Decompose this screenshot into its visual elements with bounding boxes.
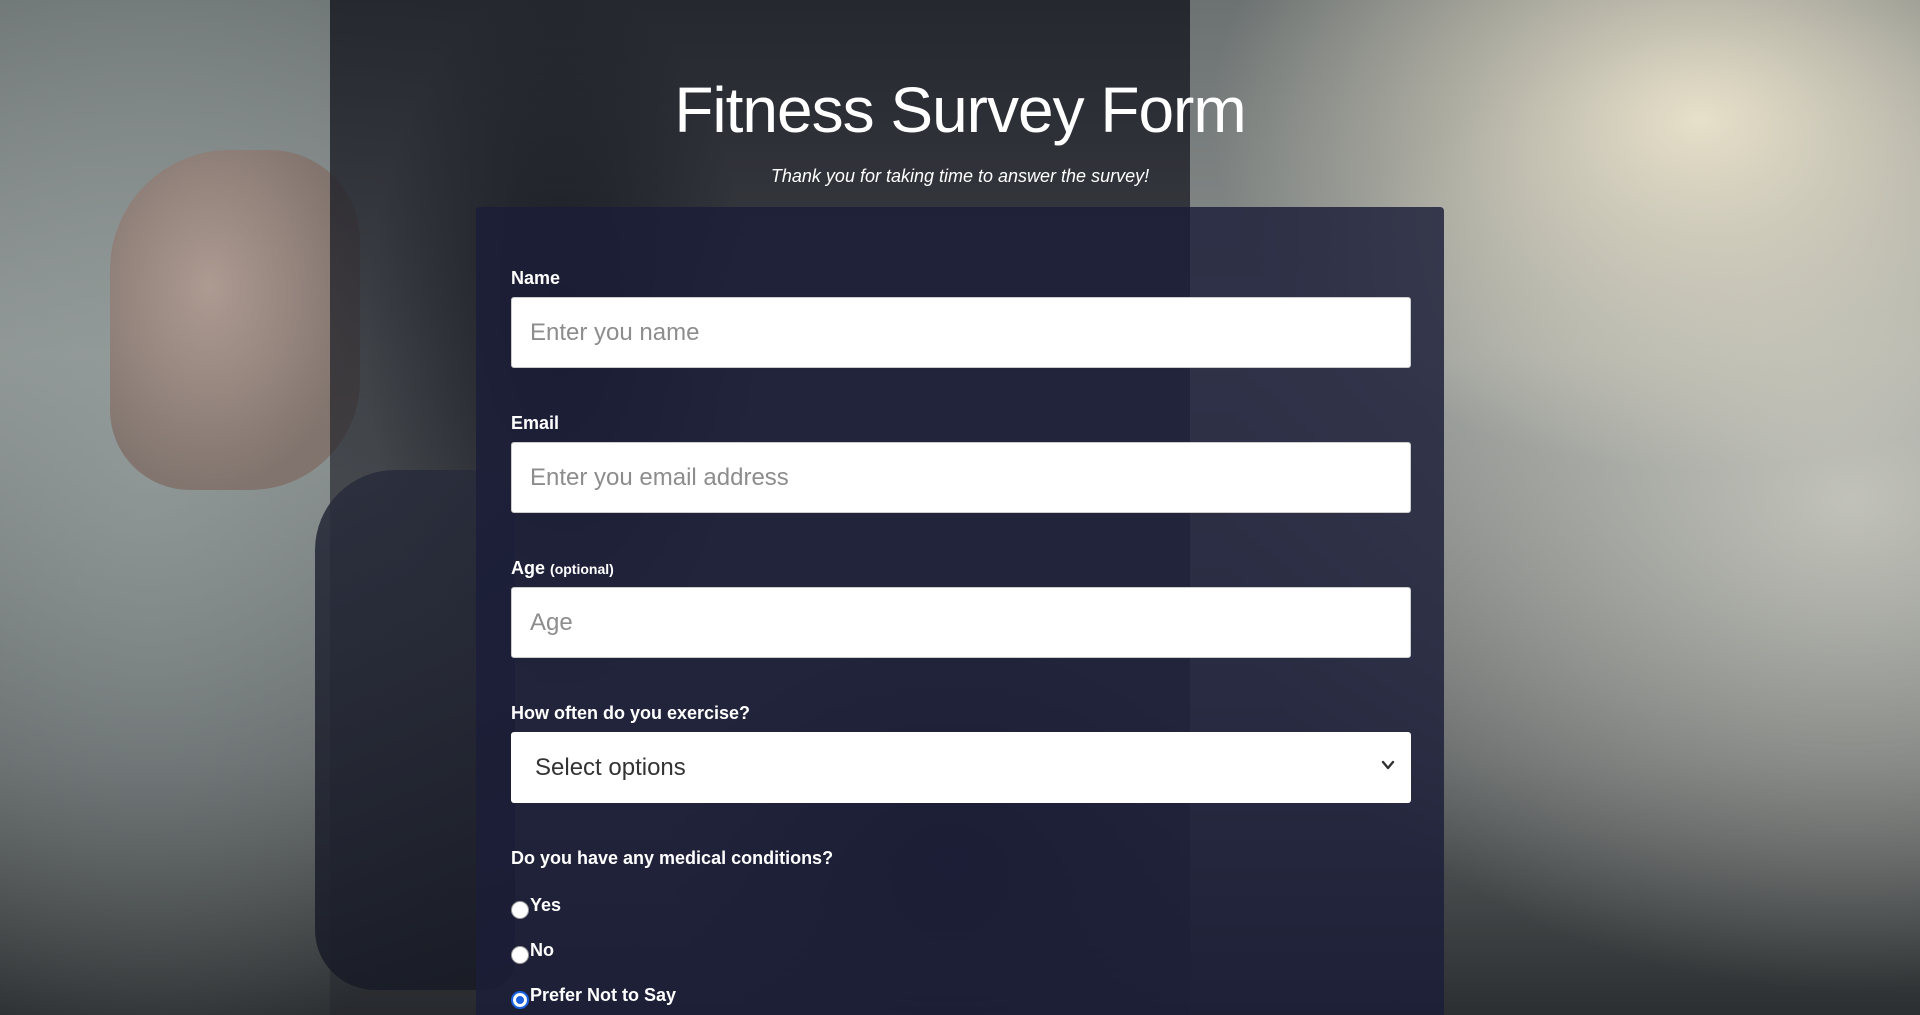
email-label: Email [511, 413, 560, 433]
radio-prefer-not[interactable] [511, 990, 529, 1009]
medical-group: Do you have any medical conditions? Yes … [511, 843, 1409, 1015]
age-label: Age (optional) [511, 553, 1409, 583]
radio-prefer-not-label: Prefer Not to Say [530, 985, 677, 1005]
page-description: Thank you for taking time to answer the … [770, 166, 1150, 186]
age-group: Age (optional) [511, 553, 1411, 658]
medical-question: Do you have any medical conditions? [511, 848, 834, 868]
medical-option-yes[interactable]: Yes [511, 883, 1409, 928]
radio-no[interactable] [511, 945, 529, 964]
age-label-note: (optional) [550, 561, 614, 577]
chevron-down-icon [1381, 760, 1395, 770]
survey-form: Name Email Age (optional) How often do y… [476, 207, 1444, 1015]
background-hand-image [110, 150, 360, 490]
name-label: Name [511, 268, 561, 288]
exercise-dropdown[interactable]: Select options [511, 732, 1411, 803]
radio-no-label: No [530, 940, 554, 960]
page-title: Fitness Survey Form [674, 74, 1246, 146]
exercise-group: How often do you exercise? Select option… [511, 698, 1411, 803]
exercise-label: How often do you exercise? [511, 703, 751, 723]
age-label-text: Age [511, 558, 546, 578]
email-group: Email [511, 408, 1411, 513]
name-group: Name [511, 263, 1411, 368]
survey-page: Fitness Survey Form Thank you for taking… [0, 0, 1920, 1015]
medical-option-prefer-not[interactable]: Prefer Not to Say [511, 973, 1409, 1015]
radio-yes[interactable] [511, 900, 529, 919]
age-input[interactable] [511, 587, 1411, 658]
medical-option-no[interactable]: No [511, 928, 1409, 973]
page-header: Fitness Survey Form Thank you for taking… [0, 60, 1920, 188]
radio-yes-label: Yes [530, 895, 562, 915]
name-input[interactable] [511, 297, 1411, 368]
exercise-dropdown-value: Select options [535, 753, 686, 781]
email-input[interactable] [511, 442, 1411, 513]
